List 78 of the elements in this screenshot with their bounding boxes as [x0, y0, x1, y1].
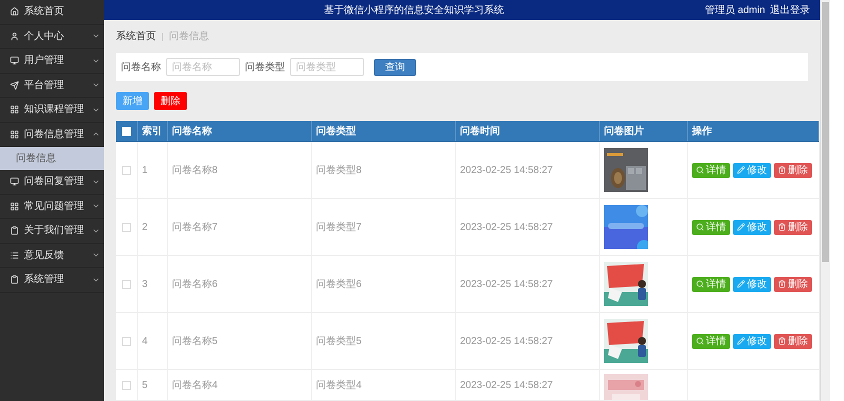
edit-button[interactable]: 修改: [733, 162, 771, 178]
system-title: 基于微信小程序的信息安全知识学习系统: [324, 4, 504, 18]
checkbox[interactable]: [122, 380, 131, 390]
detail-button[interactable]: 详情: [692, 276, 730, 292]
user-name: 管理员 admin: [704, 4, 765, 18]
column-header: 操作: [692, 124, 712, 138]
search-icon: [696, 166, 704, 174]
checkbox[interactable]: [122, 222, 131, 232]
delete-button[interactable]: 删除: [774, 162, 812, 178]
field-label: 问卷名称: [121, 60, 161, 74]
logout-link[interactable]: 退出登录: [770, 2, 810, 18]
table-cell-text: 问卷类型8: [316, 164, 362, 178]
pencil-icon: [737, 280, 745, 288]
grid-icon: [10, 105, 19, 114]
home-icon: [10, 7, 19, 16]
table-cell-text: 问卷名称6: [172, 278, 218, 292]
clipboard-icon: [10, 275, 19, 284]
pencil-icon: [737, 337, 745, 345]
table-cell-text: 5: [142, 378, 148, 392]
clipboard-icon: [10, 226, 19, 236]
table-cell-text: 问卷名称8: [172, 164, 218, 178]
detail-button[interactable]: 详情: [692, 162, 730, 178]
field-label: 问卷类型: [245, 60, 285, 74]
monitor-icon: [10, 177, 19, 186]
send-icon: [10, 80, 19, 90]
add-button[interactable]: 新增: [116, 92, 149, 110]
edit-button[interactable]: 修改: [733, 334, 771, 348]
column-header: 问卷图片: [604, 124, 644, 138]
search-field[interactable]: 问卷名称: [166, 58, 240, 76]
search-icon: [696, 223, 704, 231]
edit-button[interactable]: 修改: [733, 276, 771, 292]
checkbox[interactable]: [122, 166, 131, 174]
table-cell-text: 问卷类型6: [316, 278, 362, 292]
table-cell-text: 问卷名称4: [172, 378, 218, 392]
list-icon: [10, 250, 19, 260]
search-button[interactable]: 查询: [374, 58, 416, 76]
search-icon: [696, 337, 704, 345]
trash-icon: [778, 280, 786, 288]
detail-button[interactable]: 详情: [692, 334, 730, 348]
table-cell-text: 2023-02-25 14:58:27: [460, 378, 553, 392]
trash-icon: [778, 337, 786, 345]
table-cell-text: 3: [142, 278, 148, 292]
table-cell-text: 1: [142, 164, 148, 178]
table-cell-text: 2: [142, 220, 148, 234]
pencil-icon: [737, 166, 745, 174]
delete-button[interactable]: 删除: [774, 334, 812, 348]
table-cell-text: 2023-02-25 14:58:27: [460, 164, 553, 178]
search-field[interactable]: 问卷类型: [290, 58, 364, 76]
submenu-item[interactable]: 问卷信息: [0, 147, 104, 170]
breadcrumb-link[interactable]: 系统首页: [116, 29, 156, 44]
trash-icon: [778, 223, 786, 231]
table-cell-text: 问卷类型4: [316, 378, 362, 392]
table-cell-text: 问卷类型7: [316, 220, 362, 234]
edit-button[interactable]: 修改: [733, 220, 771, 234]
column-header: 索引: [142, 124, 162, 138]
grid-icon: [10, 130, 19, 139]
table-cell-text: 问卷名称5: [172, 334, 218, 348]
user-icon: [10, 32, 19, 41]
grid-icon: [10, 202, 19, 211]
checkbox[interactable]: [122, 280, 131, 288]
column-header: 问卷名称: [172, 124, 212, 138]
table-cell-text: 4: [142, 334, 148, 348]
table-cell-text: 问卷类型5: [316, 334, 362, 348]
column-header: 问卷时间: [460, 124, 500, 138]
delete-button[interactable]: 删除: [154, 92, 187, 110]
delete-button[interactable]: 删除: [774, 220, 812, 234]
table-cell-text: 问卷名称7: [172, 220, 218, 234]
table-cell-text: 2023-02-25 14:58:27: [460, 278, 553, 292]
delete-button[interactable]: 删除: [774, 276, 812, 292]
checkbox[interactable]: [122, 336, 131, 346]
table-cell-text: 2023-02-25 14:58:27: [460, 334, 553, 348]
pencil-icon: [737, 223, 745, 231]
detail-button[interactable]: 详情: [692, 220, 730, 234]
monitor-icon: [10, 56, 19, 66]
search-icon: [696, 280, 704, 288]
column-header: 问卷类型: [316, 124, 356, 138]
trash-icon: [778, 166, 786, 174]
table-cell-text: 2023-02-25 14:58:27: [460, 220, 553, 234]
